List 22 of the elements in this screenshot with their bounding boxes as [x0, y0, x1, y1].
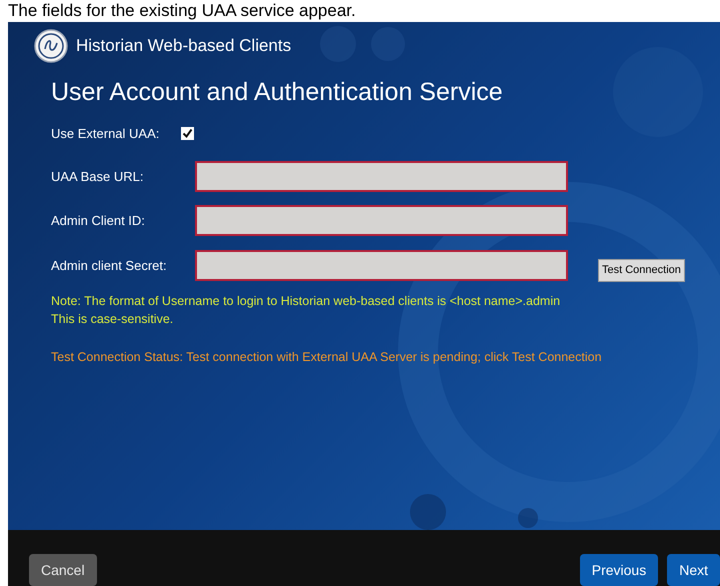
page-title: User Account and Authentication Service [51, 77, 503, 108]
input-field[interactable] [195, 205, 568, 236]
field-label: UAA Base URL: [51, 168, 144, 186]
note-text: Note: The format of Username to login to Historian web-based clients is <host name>.admin [51, 292, 562, 310]
background-circle [518, 508, 538, 528]
checkbox-label: Use External UAA: [51, 124, 160, 142]
cancel-button[interactable]: Cancel [29, 554, 97, 586]
background-circle [410, 494, 446, 530]
check-icon [182, 128, 194, 139]
logo-icon [34, 29, 68, 63]
field-label: Admin Client ID: [51, 212, 146, 230]
field-label: Admin client Secret: [51, 256, 168, 274]
input-field[interactable] [195, 161, 568, 192]
note-text: This is case-sensitive. [51, 310, 174, 328]
nav-button[interactable]: Previous [580, 554, 658, 586]
app-title: Historian Web-based Clients [76, 35, 292, 58]
checkbox[interactable] [181, 126, 194, 140]
input-field[interactable] [195, 250, 568, 281]
test-connection-button[interactable]: Test Connection [598, 259, 685, 282]
nav-button[interactable]: Next [667, 554, 720, 586]
caption: The fields for the existing UAA service appear. [7, 0, 357, 22]
status-text: Test Connection Status: Test connection with External UAA Server is pending; click Test Connection [51, 348, 603, 366]
